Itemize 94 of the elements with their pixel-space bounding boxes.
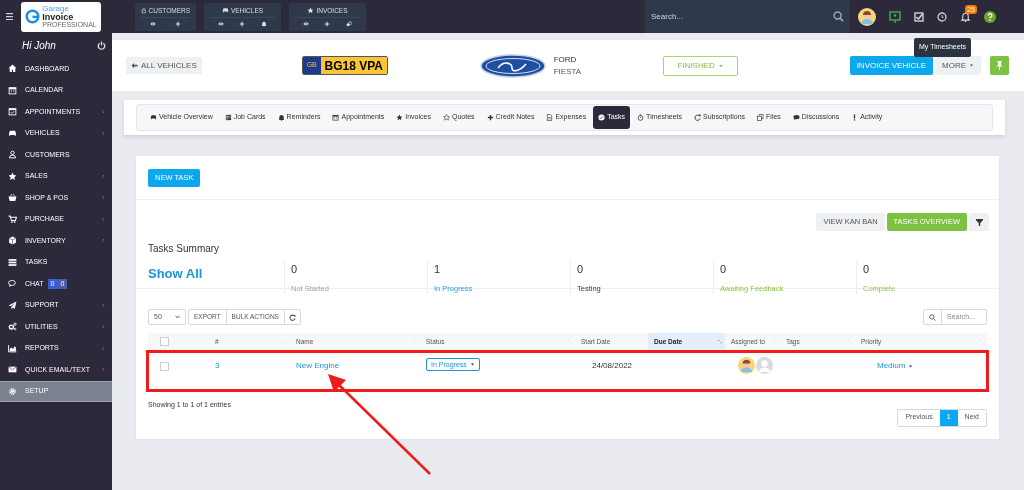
chat-icon <box>8 279 17 289</box>
vehicle-model: FIESTA <box>553 65 582 78</box>
lock-icon <box>141 7 147 14</box>
chevron-icon <box>101 130 106 136</box>
eye-icon[interactable] <box>217 21 224 28</box>
eye-icon[interactable] <box>302 21 309 28</box>
plus-icon <box>486 114 494 121</box>
refresh-icon <box>288 313 296 321</box>
row-checkbox[interactable] <box>160 362 169 371</box>
star-icon <box>396 114 404 121</box>
checkbox-icon[interactable] <box>914 11 924 22</box>
plus-icon[interactable] <box>324 21 331 28</box>
star-icon <box>8 171 17 181</box>
caret-icon <box>969 63 974 68</box>
filter-icon <box>975 218 983 226</box>
pin-icon <box>996 61 1003 70</box>
bell-icon[interactable] <box>960 11 971 22</box>
envelope-icon <box>8 365 17 375</box>
chevron-icon <box>101 216 106 222</box>
chevron-icon <box>101 195 106 201</box>
plus-icon[interactable] <box>239 21 246 28</box>
chevron-icon <box>101 302 106 308</box>
star-outline-icon <box>442 114 450 121</box>
vehicle-make: FORD <box>553 53 578 66</box>
circular-arrow-icon <box>694 114 702 121</box>
logo-text: Invoice <box>42 12 75 21</box>
more-button[interactable]: MORE <box>935 56 981 75</box>
presentation-icon[interactable] <box>889 10 901 23</box>
plus-icon[interactable] <box>174 21 181 28</box>
copy-icon <box>757 114 765 121</box>
avatar[interactable] <box>738 357 755 374</box>
caret-icon <box>908 363 914 369</box>
bars-icon <box>224 114 232 121</box>
bell-icon <box>277 114 285 121</box>
sort-icon <box>717 339 722 344</box>
caret-icon <box>469 362 475 367</box>
select-all-checkbox[interactable] <box>160 337 169 346</box>
basket-icon <box>8 193 17 203</box>
eye-icon[interactable] <box>150 21 157 28</box>
arrow-left-icon <box>131 62 138 69</box>
user-icon <box>8 150 17 160</box>
logo-text: Garage <box>42 4 69 13</box>
power-icon[interactable] <box>97 41 106 50</box>
filter-button[interactable] <box>969 213 989 231</box>
clock-icon[interactable] <box>937 11 947 22</box>
summary-title: Tasks Summary <box>148 242 220 256</box>
coins-icon[interactable] <box>346 21 353 28</box>
greeting: Hi John <box>22 39 56 53</box>
chevron-icon <box>101 109 106 115</box>
back-button[interactable]: ALL VEHICLES <box>126 57 202 74</box>
cart-icon <box>8 214 17 224</box>
home-icon <box>8 64 17 74</box>
gears-icon <box>8 322 17 332</box>
chevron-icon <box>101 367 106 373</box>
stat-count: 0 <box>863 262 870 277</box>
chevron-icon <box>101 324 106 330</box>
menu-icon[interactable] <box>6 13 13 20</box>
stat-count: 0 <box>577 262 584 277</box>
start-date: 24/08/2022 <box>592 361 633 370</box>
gear-icon <box>8 386 17 396</box>
stat-count: 0 <box>720 262 727 277</box>
priority-dropdown[interactable]: Medium <box>877 360 914 372</box>
star-icon <box>307 7 315 14</box>
calendar-check-icon <box>8 107 17 117</box>
stopwatch-icon <box>637 114 645 121</box>
calendar-icon <box>8 85 17 95</box>
car-icon <box>221 7 229 14</box>
car-icon <box>150 114 157 121</box>
search-icon[interactable] <box>833 11 844 22</box>
bell-icon[interactable] <box>261 21 268 28</box>
chevron-icon <box>101 345 106 351</box>
comment-icon <box>792 114 800 121</box>
stat-count: 1 <box>434 262 441 277</box>
list-icon <box>8 257 17 267</box>
stat-count: 0 <box>291 262 298 277</box>
car-icon <box>8 128 17 138</box>
oval-logo <box>479 53 546 78</box>
caret-icon <box>717 62 724 69</box>
search-icon <box>929 313 936 321</box>
chevron-icon <box>101 173 106 179</box>
document-icon <box>546 114 554 121</box>
logo-mark-icon <box>25 9 41 24</box>
avatar[interactable] <box>858 7 876 26</box>
check-circle-icon <box>598 114 606 121</box>
task-name-link[interactable]: New Engine <box>296 361 340 370</box>
task-number-link[interactable]: 3 <box>215 361 220 370</box>
chevron-icon <box>101 238 106 244</box>
calendar-icon <box>332 114 340 121</box>
search-field[interactable]: Search... <box>645 0 850 33</box>
cube-icon <box>8 236 17 246</box>
chart-icon <box>8 343 17 353</box>
help-icon[interactable] <box>984 10 996 23</box>
plane-icon <box>8 300 17 310</box>
chevron-down-icon <box>175 315 180 319</box>
